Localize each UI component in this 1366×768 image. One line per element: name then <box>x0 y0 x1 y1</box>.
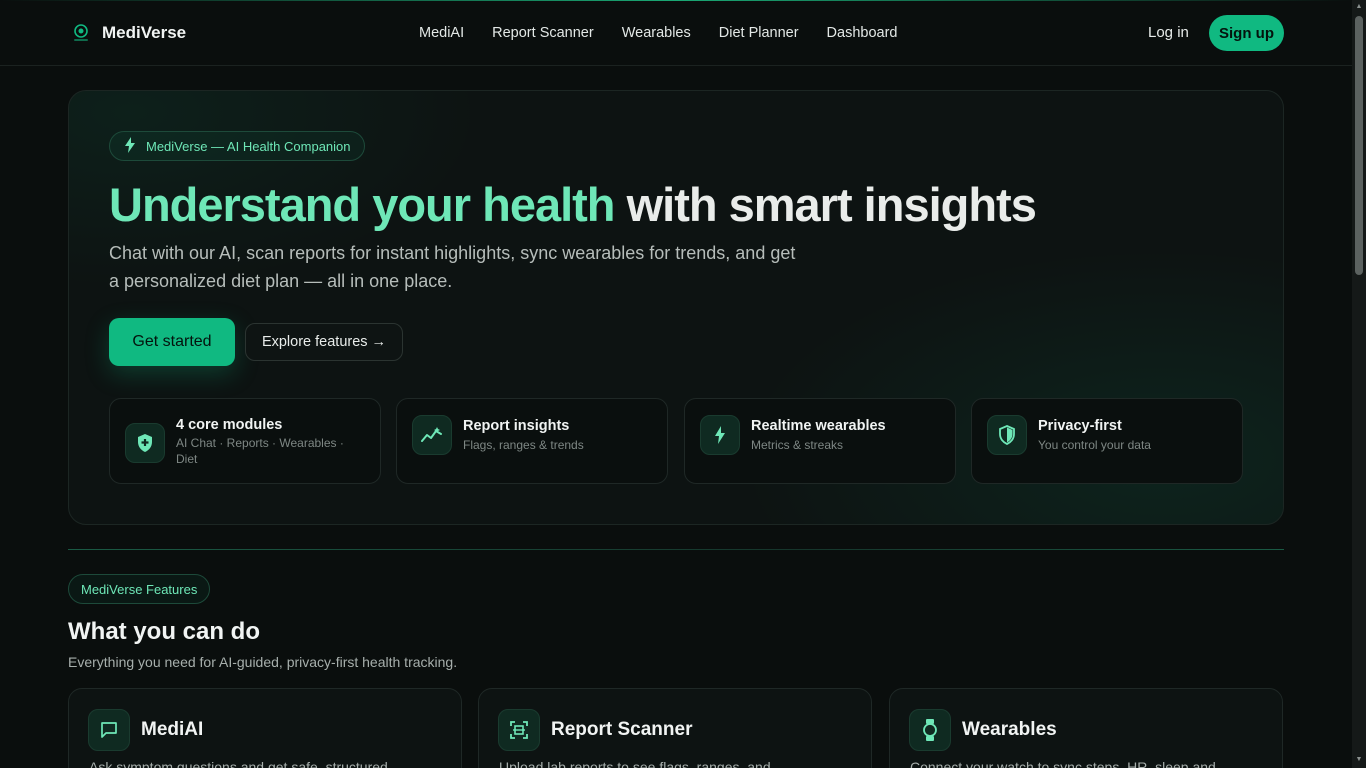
hero-title-highlight: Understand your health <box>109 178 616 231</box>
hero-section: MediVerse — AI Health Companion Understa… <box>68 90 1284 525</box>
shield-icon <box>987 415 1027 455</box>
features-badge: MediVerse Features <box>68 574 211 604</box>
signup-button[interactable]: Sign up <box>1209 15 1284 51</box>
stat-card-realtime-wearables: Realtime wearables Metrics & streaks <box>684 398 956 484</box>
feature-card-desc: Connect your watch to sync steps, HR, sl… <box>910 759 1216 768</box>
feature-card-desc: Ask symptom questions and get safe, stru… <box>89 759 388 768</box>
feature-card-title: Report Scanner <box>551 719 693 740</box>
stat-title: Privacy-first <box>1038 418 1122 434</box>
hero-badge: MediVerse — AI Health Companion <box>109 131 365 161</box>
stat-title: Realtime wearables <box>751 418 886 434</box>
brand[interactable]: MediVerse <box>70 22 186 44</box>
site-header: MediVerse MediAI Report Scanner Wearable… <box>0 0 1352 66</box>
nav-item-mediai[interactable]: MediAI <box>419 25 464 41</box>
scroll-down-icon[interactable]: ▼ <box>1355 756 1363 764</box>
hero-badge-label: MediVerse — AI Health Companion <box>146 138 351 154</box>
features-title: What you can do <box>68 618 260 645</box>
bolt-icon <box>700 415 740 455</box>
bolt-icon <box>124 136 136 156</box>
stat-desc: You control your data <box>1038 438 1151 452</box>
chat-icon <box>88 709 130 751</box>
watch-icon <box>909 709 951 751</box>
sparkline-icon <box>412 415 452 455</box>
get-started-button[interactable]: Get started <box>109 318 235 366</box>
hero-title-rest: with smart insights <box>614 178 1037 231</box>
stat-title: 4 core modules <box>176 417 283 433</box>
features-subtitle: Everything you need for AI-guided, priva… <box>68 654 458 670</box>
scroll-up-icon[interactable]: ▲ <box>1355 3 1363 11</box>
brand-name: MediVerse <box>102 23 187 42</box>
main-nav: MediAI Report Scanner Wearables Diet Pla… <box>419 25 897 41</box>
feature-card-desc: Upload lab reports to see flags, ranges,… <box>499 759 771 768</box>
logo-icon <box>70 22 92 44</box>
feature-card-wearables[interactable]: Wearables Connect your watch to sync ste… <box>889 688 1283 768</box>
explore-features-button[interactable]: Explore features → <box>245 323 403 361</box>
nav-item-dashboard[interactable]: Dashboard <box>827 25 898 41</box>
stat-desc: AI Chat · Reports · Wearables · Diet <box>176 436 344 466</box>
feature-card-title: MediAI <box>141 719 204 740</box>
stat-card-core-modules: 4 core modules AI Chat · Reports · Weara… <box>109 398 381 484</box>
stat-title: Report insights <box>463 418 570 434</box>
nav-item-report-scanner[interactable]: Report Scanner <box>492 25 594 41</box>
scan-icon <box>498 709 540 751</box>
nav-item-diet-planner[interactable]: Diet Planner <box>719 25 799 41</box>
hero-subtitle: Chat with our AI, scan reports for insta… <box>109 243 796 291</box>
section-divider <box>68 549 1284 550</box>
stat-desc: Flags, ranges & trends <box>463 438 584 452</box>
page-scrollbar[interactable]: ▲ ▼ <box>1352 0 1366 768</box>
stat-desc: Metrics & streaks <box>751 438 844 452</box>
hero-title: Understand your health with smart insigh… <box>109 177 1037 232</box>
nav-item-wearables[interactable]: Wearables <box>622 25 691 41</box>
shield-plus-icon <box>125 423 165 463</box>
feature-card-title: Wearables <box>962 719 1057 740</box>
feature-card-mediai[interactable]: MediAI Ask symptom questions and get saf… <box>68 688 462 768</box>
scrollbar-thumb[interactable] <box>1355 16 1363 275</box>
feature-card-report-scanner[interactable]: Report Scanner Upload lab reports to see… <box>478 688 872 768</box>
stat-card-privacy-first: Privacy-first You control your data <box>971 398 1243 484</box>
login-link[interactable]: Log in <box>1148 24 1189 41</box>
stat-card-report-insights: Report insights Flags, ranges & trends <box>396 398 668 484</box>
